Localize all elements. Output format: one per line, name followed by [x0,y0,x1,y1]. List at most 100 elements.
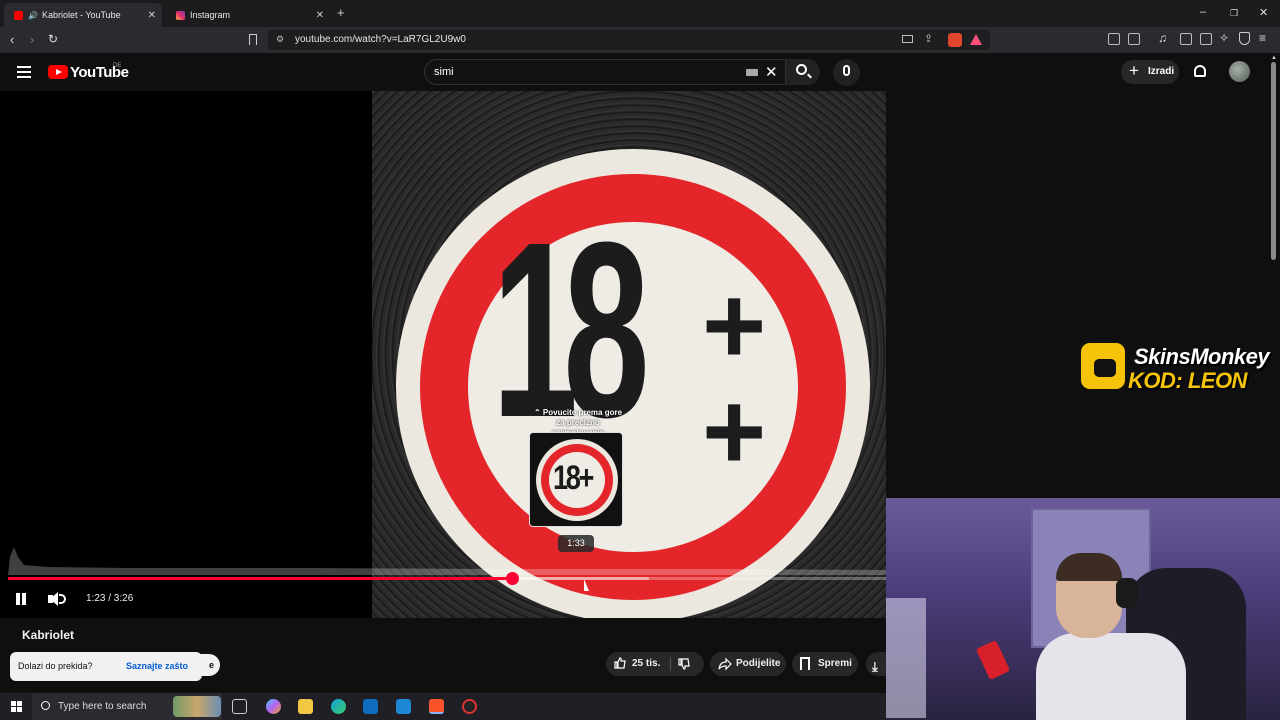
create-label: Izradi [1148,66,1175,77]
task-view-icon[interactable] [232,699,247,714]
sponsor-name: SkinsMonkey [1134,344,1270,369]
copilot-icon[interactable] [266,699,281,714]
microphone-icon [843,65,850,76]
keyboard-icon[interactable] [746,69,758,76]
extensions-icon[interactable] [1108,33,1120,45]
progress-scrubber-handle[interactable] [505,572,519,585]
brave-browser-icon[interactable] [429,699,444,714]
most-replayed-heatmap [8,545,886,575]
youtube-logo-icon[interactable] [48,65,68,79]
heatmap-graph [8,547,886,575]
thumbs-up-icon[interactable] [614,657,626,669]
window-close-icon[interactable]: ✕ [1259,6,1268,19]
save-button[interactable]: Spremi [792,652,858,676]
search-button[interactable] [786,59,820,85]
audio-playing-icon[interactable]: 🔊 [28,11,38,20]
taskbar-search-box[interactable]: Type here to search [32,693,222,720]
forward-arrow-icon[interactable]: › [30,32,34,47]
toast-text: Dolazi do prekida? [18,661,93,671]
share-page-icon[interactable]: ⇪ [924,32,933,45]
browser-tab-strip: 🔊 Kabriolet - YouTube ✕ Instagram ✕ + – … [0,0,1280,27]
like-count[interactable]: 25 tis. [632,652,660,676]
restore-icon[interactable]: ❐ [1230,8,1238,19]
brave-shields-icon[interactable] [948,33,962,47]
sponsor-overlay: SkinsMonkey KOD: LEON [1078,340,1276,396]
picture-in-picture-icon[interactable] [902,35,913,43]
avatar[interactable] [1229,61,1250,82]
tab-youtube[interactable]: 🔊 Kabriolet - YouTube ✕ [4,3,162,27]
webcam-person-hair [1056,553,1122,581]
hamburger-menu-icon[interactable] [17,66,31,78]
vpn-shield-icon[interactable] [1239,32,1250,45]
streamer-webcam [886,498,1280,720]
minimize-icon[interactable]: – [1200,6,1206,18]
seek-preview-time: 1:33 [558,535,594,552]
time-display: 1:23 / 3:26 [86,593,134,604]
clear-search-icon[interactable]: ✕ [765,63,778,81]
thumb-art-text: 18+ [553,459,594,497]
voice-search-button[interactable] [833,59,860,86]
tab-title: Instagram [190,10,231,20]
save-bookmark-icon [800,657,810,670]
mouse-cursor-icon [584,579,589,591]
page-scrollbar[interactable] [1271,62,1276,260]
save-label: Spremi [818,658,852,669]
plus-icon: + [1129,61,1139,80]
search-icon [41,701,50,710]
webcam-light [886,598,926,718]
like-dislike-group: 25 tis. [606,652,704,676]
progress-played [8,577,512,580]
video-player[interactable]: 18 + + ⌃ Povucite prema gore za precizno… [0,91,886,618]
new-tab-plus-icon[interactable]: + [337,5,345,20]
progress-bar[interactable] [8,572,886,585]
outlook-icon[interactable] [363,699,378,714]
headset-icon [1116,578,1138,608]
windows-taskbar: Type here to search [0,693,886,720]
media-controls-icon[interactable]: ♫ [1158,31,1167,45]
store-icon[interactable] [396,699,411,714]
scroll-up-arrow-icon[interactable]: ▲ [1271,55,1277,61]
file-explorer-icon[interactable] [298,699,313,714]
age-plus-bottom: + [702,370,767,493]
sponsor-code: KOD: LEON [1128,368,1247,393]
reload-icon[interactable]: ↻ [48,32,58,46]
search-highlight-image [173,696,221,717]
age-plus-top: + [702,264,767,387]
obs-icon[interactable] [462,699,477,714]
close-tab-icon[interactable]: ✕ [316,10,324,21]
connection-toast: Dolazi do prekida? Saznajte zašto [10,652,202,681]
browser-toolbar: ‹ › ↻ ⚙ youtube.com/watch?v=LaR7GL2U9w0 … [0,27,1280,53]
webcam-person-body [1036,633,1186,720]
notifications-bell-icon[interactable] [1194,65,1206,77]
thumbs-down-icon[interactable] [678,658,690,670]
screenshot-icon[interactable] [1128,33,1140,45]
download-button[interactable]: ⤓ [866,652,888,676]
microphone-stand [975,639,1011,681]
wallet-icon[interactable] [1200,33,1212,45]
close-tab-icon[interactable]: ✕ [148,10,156,21]
tab-instagram[interactable]: Instagram ✕ [166,3,330,27]
site-info-icon[interactable]: ⚙ [276,34,284,45]
video-frame[interactable]: 18 + + [372,91,886,618]
video-title: Kabriolet [22,628,75,642]
like-separator [670,657,671,671]
windows-start-icon[interactable] [11,701,22,712]
brave-rewards-icon[interactable] [970,34,982,45]
sidebar-icon[interactable] [1180,33,1192,45]
share-button[interactable]: Podijelite [710,652,786,676]
tab-title: Kabriolet - YouTube [41,10,121,20]
learn-why-link[interactable]: Saznajte zašto [126,661,188,671]
youtube-favicon-icon [14,10,23,20]
browser-menu-icon[interactable]: ≡ [1259,31,1266,45]
pause-icon[interactable] [15,593,27,605]
bookmark-icon[interactable] [249,34,257,45]
leo-ai-icon[interactable]: ✧ [1219,31,1229,45]
edge-icon[interactable] [331,699,346,714]
share-arrow-icon [718,657,732,671]
address-bar[interactable]: ⚙ youtube.com/watch?v=LaR7GL2U9w0 ⇪ [268,30,990,50]
search-icon [796,64,807,75]
country-code: DE [113,63,122,69]
back-arrow-icon[interactable]: ‹ [10,32,14,47]
create-button[interactable]: + Izradi [1121,60,1179,84]
search-input[interactable]: simi ✕ [424,59,786,85]
